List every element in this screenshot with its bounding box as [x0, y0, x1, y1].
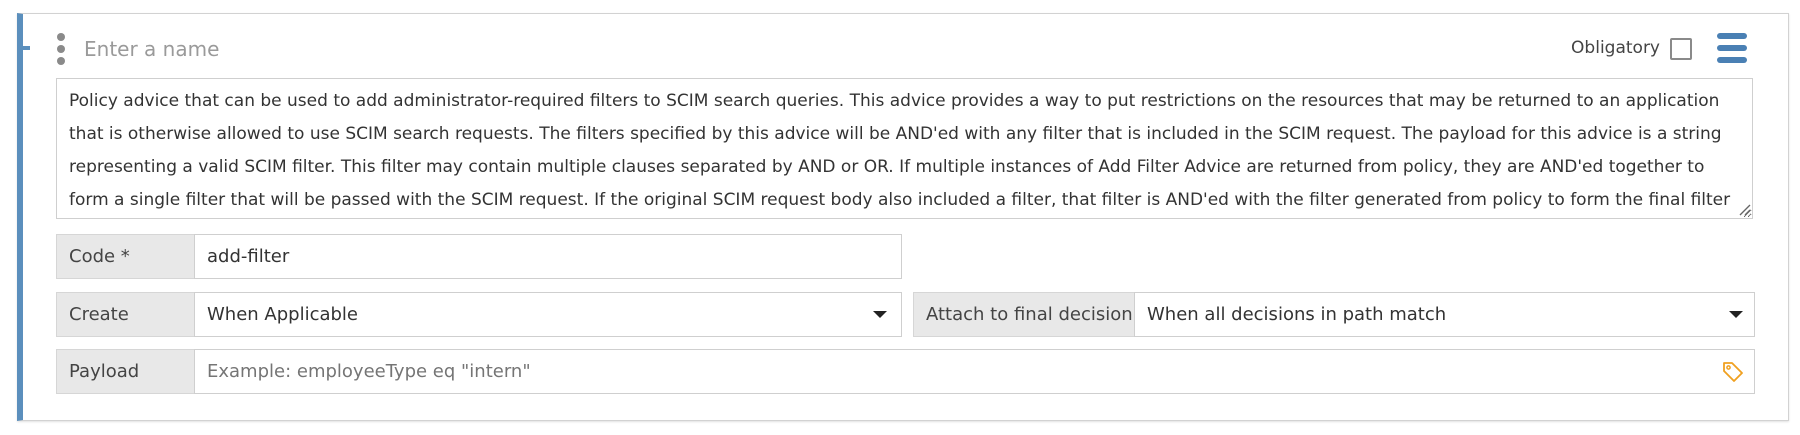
- tag-icon[interactable]: [1721, 360, 1745, 384]
- create-label: Create: [56, 292, 195, 337]
- collapse-tab[interactable]: [18, 46, 30, 50]
- attach-label: Attach to final decision: [913, 292, 1135, 337]
- create-select[interactable]: When Applicable: [194, 292, 902, 337]
- advice-name-input[interactable]: [78, 30, 778, 68]
- attach-select[interactable]: When all decisions in path match: [1134, 292, 1755, 337]
- code-input[interactable]: [194, 234, 902, 279]
- payload-row: Payload: [56, 349, 1755, 394]
- caret-down-icon: [873, 311, 887, 318]
- obligatory-label: Obligatory: [1571, 38, 1660, 58]
- description-textarea[interactable]: Policy advice that can be used to add ad…: [56, 78, 1753, 219]
- obligatory-checkbox[interactable]: [1670, 38, 1692, 60]
- attach-row: Attach to final decision When all decisi…: [913, 292, 1755, 337]
- create-row: Create When Applicable: [56, 292, 902, 337]
- payload-input[interactable]: [194, 349, 1755, 394]
- hamburger-menu-icon[interactable]: [1717, 33, 1747, 63]
- code-label: Code *: [56, 234, 195, 279]
- attach-select-value: When all decisions in path match: [1147, 304, 1447, 325]
- code-row: Code *: [56, 234, 902, 279]
- payload-label: Payload: [56, 349, 195, 394]
- create-select-value: When Applicable: [207, 304, 359, 325]
- caret-down-icon: [1729, 311, 1743, 318]
- drag-handle-kebab-icon[interactable]: [54, 33, 68, 65]
